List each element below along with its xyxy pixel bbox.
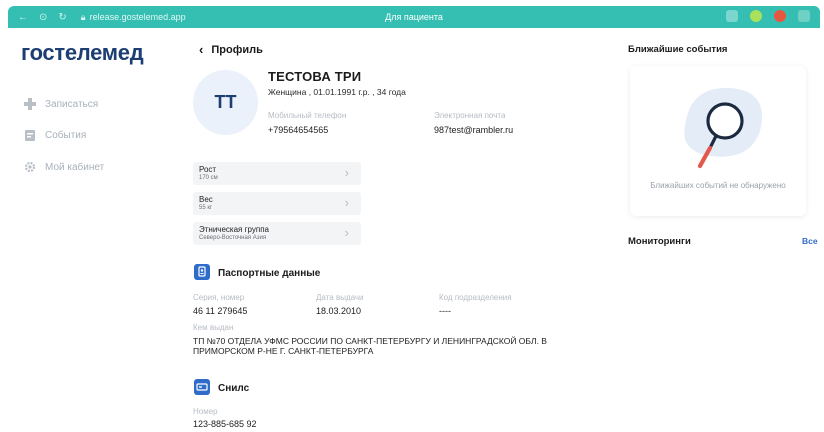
sidebar-item-cabinet[interactable]: Мой кабинет: [24, 161, 104, 173]
email-value: 987test@rambler.ru: [434, 125, 514, 135]
sidebar-item-label: Записаться: [45, 98, 99, 110]
calendar-icon: [25, 130, 35, 141]
phone-value: +79564654565: [268, 125, 329, 135]
sidebar-item-book[interactable]: Записаться: [24, 98, 98, 110]
patient-info: Женщина , 01.01.1991 г.р. , 34 года: [268, 87, 406, 97]
passport-issued-value: ТП №70 ОТДЕЛА УФМС РОССИИ ПО САНКТ-ПЕТЕР…: [193, 336, 547, 356]
address-bar[interactable]: 🔒︎ release.gostelemed.app: [81, 12, 186, 23]
browser-nav: ← ⊙ ↻: [18, 12, 67, 23]
passport-title: Паспортные данные: [218, 268, 321, 279]
reload-icon[interactable]: ↻: [58, 12, 66, 23]
sidebar-item-events[interactable]: События: [24, 129, 86, 141]
events-card: Ближайших событий не обнаружено: [630, 66, 806, 216]
passport-icon: [194, 264, 210, 280]
avatar: ТТ: [193, 70, 258, 135]
ethnic-group-value: Северо-Восточная Азия: [199, 235, 267, 241]
page-title: Профиль: [211, 43, 263, 56]
height-label: Рост: [199, 165, 217, 174]
events-empty-text: Ближайших событий не обнаружено: [650, 181, 786, 190]
url-text: release.gostelemed.app: [89, 12, 186, 22]
weight-label: Вес: [199, 195, 213, 204]
events-title: Ближайшие события: [628, 44, 728, 55]
lock-icon: 🔒︎: [80, 11, 86, 22]
patient-name: ТЕСТОВА ТРИ: [268, 69, 362, 84]
weight-value: 55 кг: [199, 205, 213, 211]
profile-main: ‹ Профиль ТТ ТЕСТОВА ТРИ Женщина , 01.01…: [191, 28, 611, 432]
weight-card[interactable]: Вес 55 кг ›: [193, 192, 361, 215]
email-label: Электронная почта: [434, 111, 506, 120]
ethnic-group-card[interactable]: Этническая группа Северо-Восточная Азия …: [193, 222, 361, 245]
ethnic-group-label: Этническая группа: [199, 225, 269, 234]
passport-code-value: ----: [439, 306, 451, 316]
magnifier-illustration-icon: [684, 87, 762, 169]
bookmark-icon[interactable]: [726, 10, 738, 22]
passport-date-label: Дата выдачи: [316, 293, 364, 302]
forward-arrow-icon[interactable]: ⊙: [39, 12, 47, 23]
sidebar-item-label: События: [45, 129, 87, 141]
back-arrow-icon[interactable]: ←: [18, 12, 28, 23]
sidebar: гостелемед Записаться События Мой кабине…: [8, 28, 183, 432]
right-panel: Ближайшие события Ближайших событий не о…: [626, 28, 820, 432]
chevron-right-icon: ›: [344, 195, 349, 210]
chevron-left-icon: ‹: [199, 42, 204, 57]
height-card[interactable]: Рост 170 см ›: [193, 162, 361, 185]
monitoring-title: Мониторинги: [628, 236, 691, 247]
phone-label: Мобильный телефон: [268, 111, 347, 120]
passport-date-value: 18.03.2010: [316, 306, 362, 316]
gear-icon: [24, 161, 36, 173]
logo[interactable]: гостелемед: [21, 40, 144, 66]
back-to-profile-button[interactable]: ‹ Профиль: [199, 42, 263, 57]
chevron-right-icon: ›: [344, 165, 349, 180]
height-value: 170 см: [199, 175, 218, 181]
snils-icon: [194, 379, 210, 395]
plus-icon: [24, 98, 36, 110]
snils-title: Снилс: [218, 383, 250, 394]
passport-series-label: Серия, номер: [193, 293, 245, 302]
passport-code-label: Код подразделения: [439, 293, 512, 302]
browser-toolbar: ← ⊙ ↻ 🔒︎ release.gostelemed.app Для паци…: [8, 6, 820, 28]
extensions-puzzle-icon[interactable]: [798, 10, 810, 22]
profile-icon[interactable]: [774, 10, 786, 22]
extension-icon[interactable]: [750, 10, 762, 22]
snils-number-label: Номер: [193, 407, 218, 416]
sidebar-item-label: Мой кабинет: [45, 161, 105, 173]
passport-issued-label: Кем выдан: [193, 323, 234, 332]
passport-series-value: 46 11 279645: [193, 306, 248, 316]
snils-number-value: 123-885-685 92: [193, 419, 257, 429]
monitoring-all-link[interactable]: Все: [802, 236, 818, 246]
app-window: гостелемед Записаться События Мой кабине…: [8, 28, 820, 432]
chevron-right-icon: ›: [344, 225, 349, 240]
browser-extensions: [726, 10, 810, 22]
